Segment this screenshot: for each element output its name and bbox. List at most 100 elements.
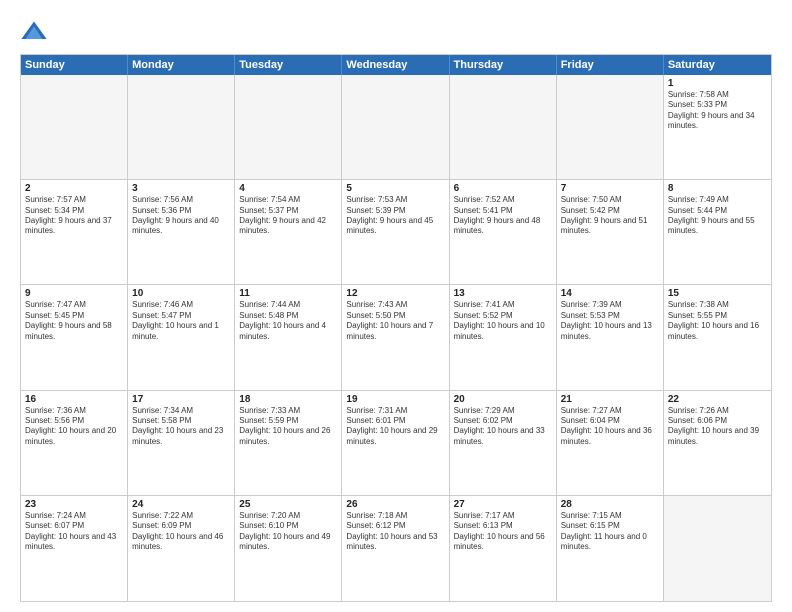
header-day-monday: Monday xyxy=(128,55,235,75)
day-info: Sunrise: 7:27 AM Sunset: 6:04 PM Dayligh… xyxy=(561,406,659,448)
header-day-saturday: Saturday xyxy=(664,55,771,75)
calendar-cell: 21Sunrise: 7:27 AM Sunset: 6:04 PM Dayli… xyxy=(557,391,664,495)
calendar-cell xyxy=(235,75,342,179)
calendar-cell: 14Sunrise: 7:39 AM Sunset: 5:53 PM Dayli… xyxy=(557,285,664,389)
calendar-cell: 20Sunrise: 7:29 AM Sunset: 6:02 PM Dayli… xyxy=(450,391,557,495)
calendar-cell: 8Sunrise: 7:49 AM Sunset: 5:44 PM Daylig… xyxy=(664,180,771,284)
day-number: 13 xyxy=(454,288,552,299)
day-number: 15 xyxy=(668,288,767,299)
day-info: Sunrise: 7:22 AM Sunset: 6:09 PM Dayligh… xyxy=(132,511,230,553)
logo xyxy=(20,18,52,46)
day-info: Sunrise: 7:56 AM Sunset: 5:36 PM Dayligh… xyxy=(132,195,230,237)
day-info: Sunrise: 7:49 AM Sunset: 5:44 PM Dayligh… xyxy=(668,195,767,237)
calendar-row-5: 23Sunrise: 7:24 AM Sunset: 6:07 PM Dayli… xyxy=(21,496,771,601)
calendar-cell: 9Sunrise: 7:47 AM Sunset: 5:45 PM Daylig… xyxy=(21,285,128,389)
calendar-cell: 28Sunrise: 7:15 AM Sunset: 6:15 PM Dayli… xyxy=(557,496,664,601)
calendar-row-3: 9Sunrise: 7:47 AM Sunset: 5:45 PM Daylig… xyxy=(21,285,771,390)
day-info: Sunrise: 7:52 AM Sunset: 5:41 PM Dayligh… xyxy=(454,195,552,237)
calendar-cell: 15Sunrise: 7:38 AM Sunset: 5:55 PM Dayli… xyxy=(664,285,771,389)
calendar-row-2: 2Sunrise: 7:57 AM Sunset: 5:34 PM Daylig… xyxy=(21,180,771,285)
calendar-cell: 19Sunrise: 7:31 AM Sunset: 6:01 PM Dayli… xyxy=(342,391,449,495)
day-number: 7 xyxy=(561,183,659,194)
day-info: Sunrise: 7:29 AM Sunset: 6:02 PM Dayligh… xyxy=(454,406,552,448)
day-info: Sunrise: 7:57 AM Sunset: 5:34 PM Dayligh… xyxy=(25,195,123,237)
day-info: Sunrise: 7:20 AM Sunset: 6:10 PM Dayligh… xyxy=(239,511,337,553)
day-number: 5 xyxy=(346,183,444,194)
header xyxy=(20,18,772,46)
day-info: Sunrise: 7:54 AM Sunset: 5:37 PM Dayligh… xyxy=(239,195,337,237)
calendar-cell: 25Sunrise: 7:20 AM Sunset: 6:10 PM Dayli… xyxy=(235,496,342,601)
calendar-cell xyxy=(128,75,235,179)
page: SundayMondayTuesdayWednesdayThursdayFrid… xyxy=(0,0,792,612)
day-number: 21 xyxy=(561,394,659,405)
day-info: Sunrise: 7:44 AM Sunset: 5:48 PM Dayligh… xyxy=(239,300,337,342)
day-info: Sunrise: 7:17 AM Sunset: 6:13 PM Dayligh… xyxy=(454,511,552,553)
calendar-cell: 24Sunrise: 7:22 AM Sunset: 6:09 PM Dayli… xyxy=(128,496,235,601)
calendar-cell: 4Sunrise: 7:54 AM Sunset: 5:37 PM Daylig… xyxy=(235,180,342,284)
calendar-header: SundayMondayTuesdayWednesdayThursdayFrid… xyxy=(21,55,771,75)
day-number: 25 xyxy=(239,499,337,510)
calendar-cell: 5Sunrise: 7:53 AM Sunset: 5:39 PM Daylig… xyxy=(342,180,449,284)
header-day-tuesday: Tuesday xyxy=(235,55,342,75)
calendar-cell: 18Sunrise: 7:33 AM Sunset: 5:59 PM Dayli… xyxy=(235,391,342,495)
day-info: Sunrise: 7:46 AM Sunset: 5:47 PM Dayligh… xyxy=(132,300,230,342)
calendar-cell: 2Sunrise: 7:57 AM Sunset: 5:34 PM Daylig… xyxy=(21,180,128,284)
day-number: 3 xyxy=(132,183,230,194)
calendar-cell: 6Sunrise: 7:52 AM Sunset: 5:41 PM Daylig… xyxy=(450,180,557,284)
day-number: 14 xyxy=(561,288,659,299)
day-info: Sunrise: 7:47 AM Sunset: 5:45 PM Dayligh… xyxy=(25,300,123,342)
day-number: 11 xyxy=(239,288,337,299)
header-day-friday: Friday xyxy=(557,55,664,75)
day-number: 8 xyxy=(668,183,767,194)
day-info: Sunrise: 7:38 AM Sunset: 5:55 PM Dayligh… xyxy=(668,300,767,342)
calendar-cell xyxy=(342,75,449,179)
day-number: 9 xyxy=(25,288,123,299)
calendar-cell xyxy=(21,75,128,179)
calendar-body: 1Sunrise: 7:58 AM Sunset: 5:33 PM Daylig… xyxy=(21,75,771,601)
day-info: Sunrise: 7:34 AM Sunset: 5:58 PM Dayligh… xyxy=(132,406,230,448)
day-number: 4 xyxy=(239,183,337,194)
day-number: 19 xyxy=(346,394,444,405)
day-number: 27 xyxy=(454,499,552,510)
calendar-cell xyxy=(450,75,557,179)
day-number: 10 xyxy=(132,288,230,299)
day-info: Sunrise: 7:24 AM Sunset: 6:07 PM Dayligh… xyxy=(25,511,123,553)
calendar-cell: 23Sunrise: 7:24 AM Sunset: 6:07 PM Dayli… xyxy=(21,496,128,601)
calendar-cell: 27Sunrise: 7:17 AM Sunset: 6:13 PM Dayli… xyxy=(450,496,557,601)
calendar-cell: 11Sunrise: 7:44 AM Sunset: 5:48 PM Dayli… xyxy=(235,285,342,389)
calendar-cell: 10Sunrise: 7:46 AM Sunset: 5:47 PM Dayli… xyxy=(128,285,235,389)
day-info: Sunrise: 7:18 AM Sunset: 6:12 PM Dayligh… xyxy=(346,511,444,553)
logo-icon xyxy=(20,18,48,46)
day-number: 20 xyxy=(454,394,552,405)
calendar-cell xyxy=(557,75,664,179)
day-info: Sunrise: 7:50 AM Sunset: 5:42 PM Dayligh… xyxy=(561,195,659,237)
day-info: Sunrise: 7:36 AM Sunset: 5:56 PM Dayligh… xyxy=(25,406,123,448)
day-info: Sunrise: 7:41 AM Sunset: 5:52 PM Dayligh… xyxy=(454,300,552,342)
day-info: Sunrise: 7:26 AM Sunset: 6:06 PM Dayligh… xyxy=(668,406,767,448)
calendar-row-1: 1Sunrise: 7:58 AM Sunset: 5:33 PM Daylig… xyxy=(21,75,771,180)
day-number: 16 xyxy=(25,394,123,405)
day-number: 24 xyxy=(132,499,230,510)
day-number: 22 xyxy=(668,394,767,405)
calendar: SundayMondayTuesdayWednesdayThursdayFrid… xyxy=(20,54,772,602)
day-info: Sunrise: 7:33 AM Sunset: 5:59 PM Dayligh… xyxy=(239,406,337,448)
day-number: 18 xyxy=(239,394,337,405)
calendar-cell: 17Sunrise: 7:34 AM Sunset: 5:58 PM Dayli… xyxy=(128,391,235,495)
day-info: Sunrise: 7:43 AM Sunset: 5:50 PM Dayligh… xyxy=(346,300,444,342)
day-number: 23 xyxy=(25,499,123,510)
day-number: 2 xyxy=(25,183,123,194)
calendar-cell: 3Sunrise: 7:56 AM Sunset: 5:36 PM Daylig… xyxy=(128,180,235,284)
day-info: Sunrise: 7:15 AM Sunset: 6:15 PM Dayligh… xyxy=(561,511,659,553)
day-number: 17 xyxy=(132,394,230,405)
day-number: 6 xyxy=(454,183,552,194)
header-day-sunday: Sunday xyxy=(21,55,128,75)
day-number: 28 xyxy=(561,499,659,510)
header-day-thursday: Thursday xyxy=(450,55,557,75)
calendar-cell: 1Sunrise: 7:58 AM Sunset: 5:33 PM Daylig… xyxy=(664,75,771,179)
calendar-cell: 26Sunrise: 7:18 AM Sunset: 6:12 PM Dayli… xyxy=(342,496,449,601)
day-info: Sunrise: 7:58 AM Sunset: 5:33 PM Dayligh… xyxy=(668,90,767,132)
day-number: 1 xyxy=(668,78,767,89)
day-info: Sunrise: 7:39 AM Sunset: 5:53 PM Dayligh… xyxy=(561,300,659,342)
calendar-cell: 13Sunrise: 7:41 AM Sunset: 5:52 PM Dayli… xyxy=(450,285,557,389)
calendar-cell: 16Sunrise: 7:36 AM Sunset: 5:56 PM Dayli… xyxy=(21,391,128,495)
